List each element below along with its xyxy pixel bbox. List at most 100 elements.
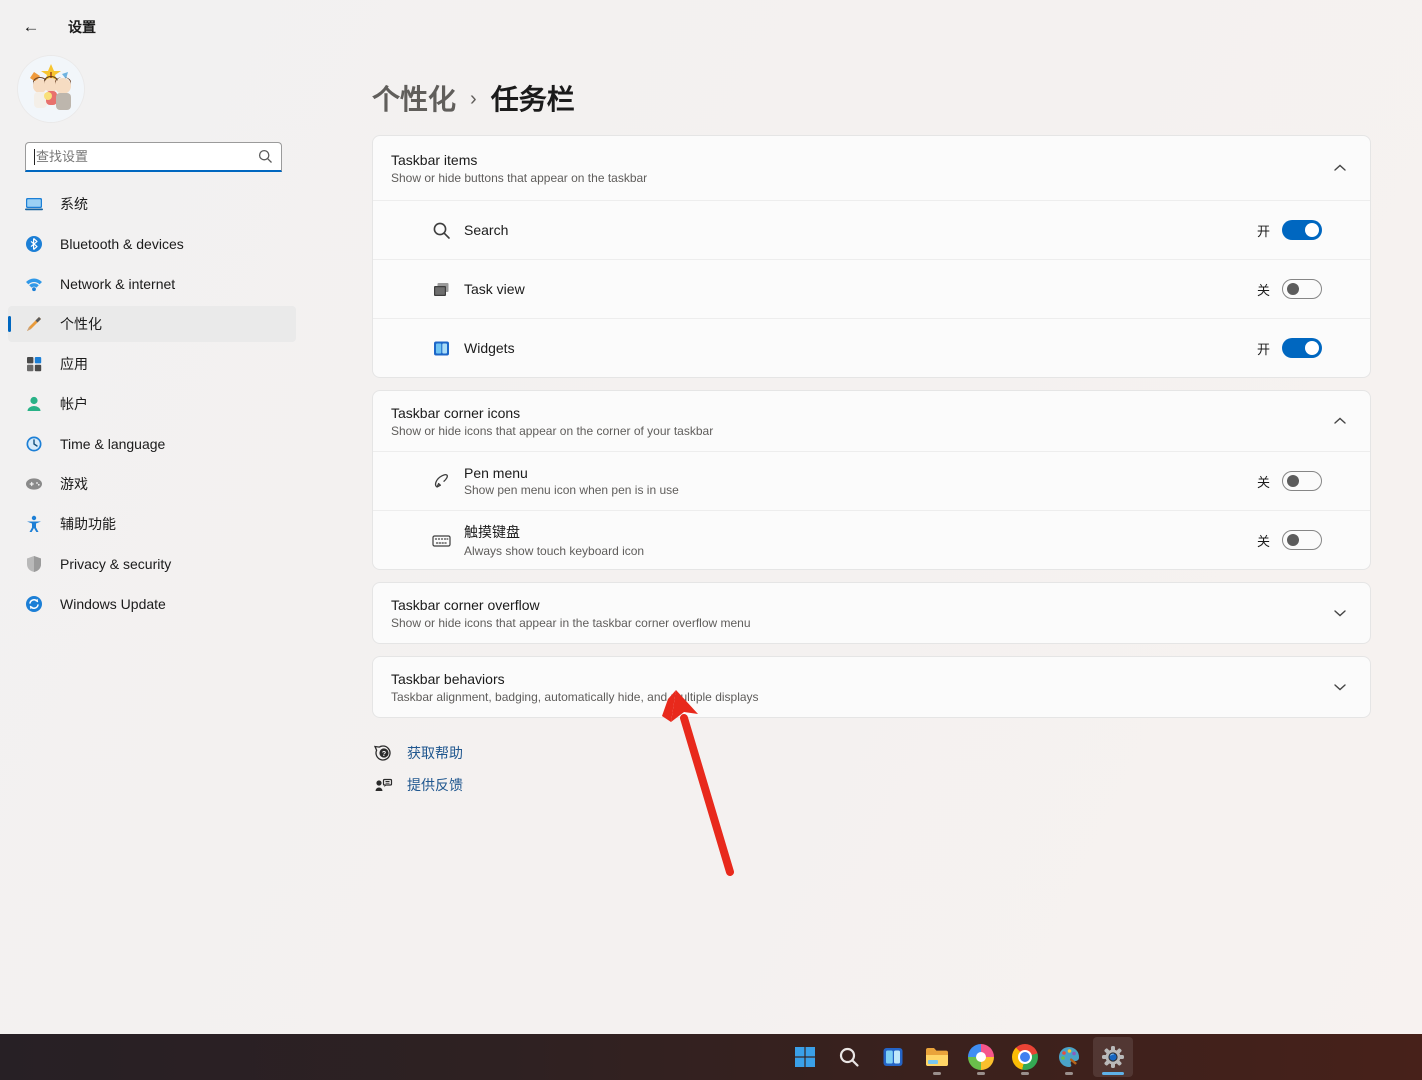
card-title: Taskbar behaviors [391,671,759,687]
card-desc: Show or hide icons that appear in the ta… [391,616,751,630]
avatar [18,56,84,122]
start-button[interactable] [785,1037,825,1077]
pen-menu-toggle[interactable] [1282,471,1322,491]
sidebar-item-bluetooth-devices[interactable]: Bluetooth & devices [8,226,296,262]
task-view-icon [430,278,452,300]
toggle-knob [1305,341,1319,355]
toggle-state-label: 开 [1257,339,1270,358]
sidebar-item-label: Bluetooth & devices [60,236,184,252]
settings-button[interactable] [1093,1037,1133,1077]
sidebar-item-label: 应用 [60,354,88,374]
taskbar-behaviors-header[interactable]: Taskbar behaviors Taskbar alignment, bad… [373,657,1370,717]
chevron-down-icon[interactable] [1334,683,1346,691]
personalization-icon [24,314,44,334]
sidebar-item-privacy-security[interactable]: Privacy & security [8,546,296,582]
sidebar-item-apps[interactable]: 应用 [8,346,296,382]
taskbar-corner-overflow-header[interactable]: Taskbar corner overflow Show or hide ico… [373,583,1370,643]
sidebar-item-time-language[interactable]: Time & language [8,426,296,462]
windows-start-icon [793,1045,817,1069]
setting-row-search: Search 开 [373,200,1370,259]
chrome-icon [1012,1044,1038,1070]
sidebar-item-label: Privacy & security [60,556,171,572]
touch-keyboard-toggle[interactable] [1282,530,1322,550]
app-title: 设置 [68,17,96,37]
sidebar-item-gaming[interactable]: 游戏 [8,466,296,502]
chrome-button[interactable] [1005,1037,1045,1077]
search-input[interactable] [25,142,282,172]
sidebar-item-label: 帐户 [60,394,88,414]
breadcrumb-parent[interactable]: 个性化 [372,78,456,118]
chevron-up-icon[interactable] [1334,164,1346,172]
taskbar-search-icon [837,1045,861,1069]
setting-row-task-view: Task view 关 [373,259,1370,318]
chevron-up-icon[interactable] [1334,417,1346,425]
file-explorer-icon [924,1044,950,1070]
file-explorer-button[interactable] [917,1037,957,1077]
browser-pinwheel-button[interactable] [961,1037,1001,1077]
settings-search [25,142,282,172]
widgets-toggle[interactable] [1282,338,1322,358]
taskbar-corner-overflow-card: Taskbar corner overflow Show or hide ico… [372,582,1371,644]
browser-pinwheel-icon [968,1044,994,1070]
sidebar-item-personalization[interactable]: 个性化 [8,306,296,342]
back-button[interactable]: ← [16,14,46,40]
search-toggle[interactable] [1282,220,1322,240]
text-caret [34,149,35,165]
paint-palette-button[interactable] [1049,1037,1089,1077]
setting-label: Widgets [464,340,515,356]
card-title: Taskbar items [391,152,647,168]
network-icon [24,274,44,294]
sidebar-item-accessibility[interactable]: 辅助功能 [8,506,296,542]
sidebar-item-label: 辅助功能 [60,514,116,534]
widgets-icon [430,337,452,359]
running-indicator [977,1072,985,1075]
setting-sublabel: Always show touch keyboard icon [464,544,644,558]
sidebar-item-label: 游戏 [60,474,88,494]
setting-label: Pen menu [464,465,679,481]
taskbar-corner-icons-header[interactable]: Taskbar corner icons Show or hide icons … [373,391,1370,451]
active-indicator [1102,1072,1124,1075]
toggle-state-label: 关 [1257,531,1270,550]
card-title: Taskbar corner overflow [391,597,751,613]
get-help-link[interactable]: ? 获取帮助 [372,742,463,764]
apps-icon [24,354,44,374]
sidebar-item-windows-update[interactable]: Windows Update [8,586,296,622]
task-view-toggle[interactable] [1282,279,1322,299]
search-icon [430,219,452,241]
breadcrumb: 个性化 › 任务栏 [372,78,575,118]
feedback-icon [372,774,394,796]
sidebar-item-label: Time & language [60,436,165,452]
help-links: ? 获取帮助 提供反馈 [372,742,463,796]
chevron-down-icon[interactable] [1334,609,1346,617]
setting-label: 触摸键盘 [464,522,644,542]
sidebar-item-network-internet[interactable]: Network & internet [8,266,296,302]
search-icon[interactable] [258,149,273,164]
taskbar-corner-icons-card: Taskbar corner icons Show or hide icons … [372,390,1371,570]
running-indicator [1065,1072,1073,1075]
sidebar-item-accounts[interactable]: 帐户 [8,386,296,422]
page-title: 任务栏 [491,78,575,118]
running-indicator [933,1072,941,1075]
settings-cards: Taskbar items Show or hide buttons that … [372,135,1371,730]
pen-icon [430,470,452,492]
taskbar-widgets-button[interactable] [873,1037,913,1077]
card-title: Taskbar corner icons [391,405,713,421]
setting-label: Search [464,222,508,238]
setting-row-touch-keyboard: 触摸键盘 Always show touch keyboard icon 关 [373,510,1370,569]
paint-palette-icon [1056,1044,1082,1070]
accessibility-icon [24,514,44,534]
sidebar-item-system[interactable]: 系统 [8,186,296,222]
windows-update-icon [24,594,44,614]
setting-row-pen-menu: Pen menu Show pen menu icon when pen is … [373,451,1370,510]
settings-gear-icon [1100,1044,1126,1070]
svg-text:?: ? [382,751,386,758]
bluetooth-icon [24,234,44,254]
sidebar-item-label: 个性化 [60,314,102,334]
toggle-knob [1287,534,1299,546]
feedback-link[interactable]: 提供反馈 [372,774,463,796]
taskbar-search-button[interactable] [829,1037,869,1077]
taskbar-items-header[interactable]: Taskbar items Show or hide buttons that … [373,136,1370,200]
breadcrumb-separator: › [470,85,477,111]
running-indicator [1021,1072,1029,1075]
touch-keyboard-icon [430,529,452,551]
